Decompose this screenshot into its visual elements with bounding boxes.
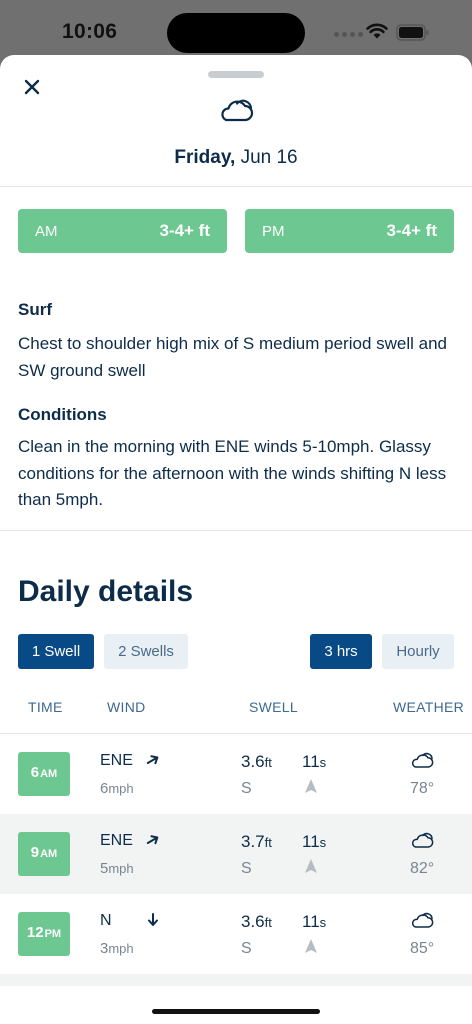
am-wave-height: 3-4+ ft [159,221,210,240]
status-time: 10:06 [62,20,118,43]
wind-direction: ENE [100,832,133,849]
status-bar: 10:06 [0,0,472,62]
conditions-text: Clean in the morning with ENE winds 5-10… [18,437,447,509]
time-hour: 9 [30,844,40,861]
time-badge: 12 PM [18,912,70,956]
wind-arrow-icon [146,835,159,845]
swell-direction: S [241,780,252,797]
am-label: AM [35,222,58,240]
close-button[interactable] [16,71,48,103]
daily-details-title: Daily details [18,575,194,608]
swell-height-value: 3.6 [241,752,265,771]
two-swells-button[interactable]: 2 Swells [104,634,188,669]
forecast-sheet: Friday, Jun 16 AM 3-4+ ft PM 3-4+ ft Sur… [0,55,472,1024]
swell-height-unit: ft [264,835,272,850]
cloud-icon [411,752,434,768]
pm-wave-height: 3-4+ ft [386,221,437,240]
table-row [0,974,472,986]
time-badge: 6 AM [18,752,70,796]
swell-period: 11s [302,832,326,852]
forecast-date: Friday, Jun 16 [0,147,472,169]
time-hour: 6 [30,764,40,781]
swell-arrow-icon [305,859,317,873]
swell-period-value: 11 [302,912,320,931]
swell-period: 11s [302,752,326,772]
wifi-icon [366,23,388,39]
column-header-wind: WIND [107,699,146,715]
time-ampm: AM [40,848,58,860]
table-row[interactable]: 9 AM ENE 5mph 3.7ft 11s S 82° [0,814,472,894]
surf-text: Chest to shoulder high mix of S medium p… [18,334,447,380]
wind-speed: 6mph [100,780,134,797]
swell-period-unit: s [319,915,327,930]
swell-height: 3.7ft [241,832,272,852]
close-icon [24,79,40,95]
time-ampm: AM [40,768,58,780]
wind-speed-unit: mph [108,861,134,876]
column-header-weather: WEATHER [393,699,465,715]
cloud-icon [411,912,434,928]
surf-title: Surf [18,300,52,319]
wind-speed-unit: mph [108,941,134,956]
cloud-icon [221,99,254,122]
swell-arrow-icon [305,779,317,793]
column-header-swell: SWELL [249,699,298,715]
temperature: 85° [410,940,435,957]
swell-period-value: 11 [302,832,320,851]
swell-height-unit: ft [264,915,272,930]
divider [0,186,472,187]
wind-arrow-icon [148,913,158,926]
conditions-title: Conditions [18,405,107,424]
table-row[interactable]: 6 AM ENE 6mph 3.6ft 11s S 78° [0,734,472,814]
wind-speed: 3mph [100,940,134,957]
wind-arrow-icon [146,755,159,765]
am-rating-pill[interactable]: AM 3-4+ ft [18,209,227,253]
signal-icon [334,32,363,37]
time-hour: 12 [26,924,44,941]
swell-period-unit: s [319,835,327,850]
one-swell-button[interactable]: 1 Swell [18,634,94,669]
time-badge: 9 AM [18,832,70,876]
wind-direction: N [100,912,112,929]
swell-period-unit: s [319,755,327,770]
swell-direction: S [241,940,252,957]
drag-handle[interactable] [208,71,264,78]
forecast-date-value: Jun 16 [240,147,298,168]
time-ampm: PM [44,928,62,940]
temperature: 82° [410,860,435,877]
wind-speed-unit: mph [108,781,134,796]
dynamic-island [167,13,305,53]
swell-height-value: 3.7 [241,832,265,851]
table-row[interactable]: 12 PM N 3mph 3.6ft 11s S 85° [0,894,472,974]
divider [0,530,472,531]
swell-arrow-icon [305,939,317,953]
three-hrs-button[interactable]: 3 hrs [310,634,372,669]
battery-icon [396,24,429,41]
cloud-icon [411,832,434,848]
hourly-button[interactable]: Hourly [382,634,454,669]
forecast-day: Friday, [174,147,236,168]
column-header-time: TIME [28,699,63,715]
swell-height-unit: ft [264,755,272,770]
swell-period-value: 11 [302,752,320,771]
temperature: 78° [410,780,435,797]
wind-direction: ENE [100,752,133,769]
wind-speed: 5mph [100,860,134,877]
swell-height: 3.6ft [241,752,272,772]
home-indicator[interactable] [152,1009,320,1014]
swell-height-value: 3.6 [241,912,265,931]
pm-label: PM [262,222,285,240]
swell-height: 3.6ft [241,912,272,932]
pm-rating-pill[interactable]: PM 3-4+ ft [245,209,454,253]
swell-direction: S [241,860,252,877]
swell-period: 11s [302,912,326,932]
